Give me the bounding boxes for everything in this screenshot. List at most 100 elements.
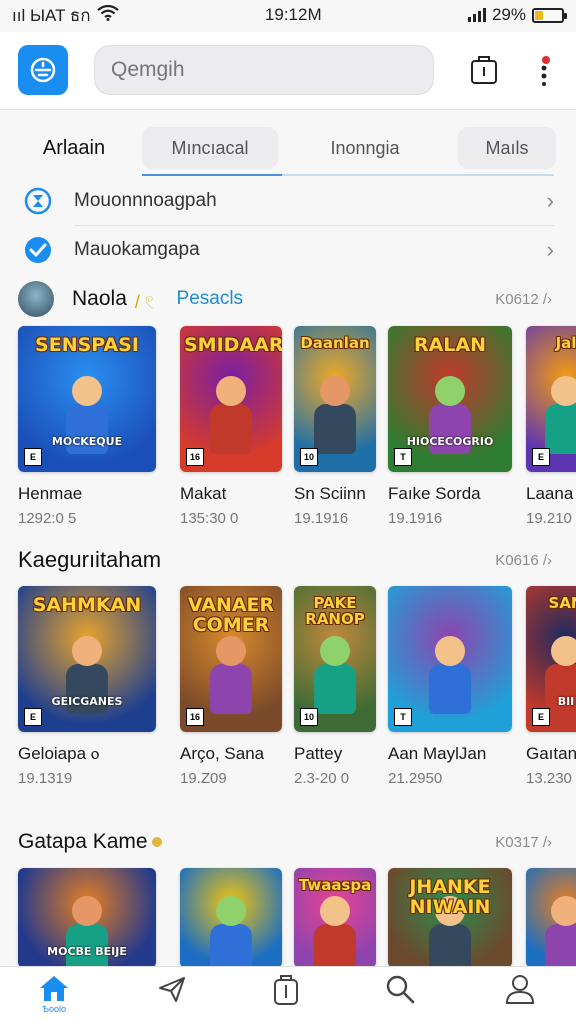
game-meta: 19.210 xyxy=(526,510,572,527)
game-title[interactable]: Pattey xyxy=(294,744,376,764)
game-meta: 19.1916 xyxy=(294,510,349,527)
game-card[interactable]: SENSPASI MOCKEQUE E Henmae 1292:0 5 xyxy=(18,326,156,527)
age-rating-icon: E xyxy=(532,708,550,726)
section-count[interactable]: K0317 /› xyxy=(495,834,552,851)
nav-send[interactable] xyxy=(142,973,202,1021)
game-meta: 19.Z09 xyxy=(180,770,227,787)
character-illustration xyxy=(308,376,362,458)
section-tag: / 𓏲 xyxy=(134,292,155,312)
character-illustration xyxy=(204,376,258,458)
library-icon xyxy=(274,975,298,1005)
nav-library[interactable] xyxy=(256,973,316,1021)
cover-subtitle: MOCBE BEIJE xyxy=(47,945,127,958)
character-illustration xyxy=(204,636,258,718)
tab-3[interactable]: Maıls xyxy=(458,127,556,169)
list-item-1[interactable]: Mauokamgapa › xyxy=(0,226,576,274)
cover-subtitle: HIOCECOGRIO xyxy=(406,435,494,448)
game-title[interactable]: Laana xyxy=(526,484,576,504)
game-cover-art[interactable]: SAHMKAN GEICGANES E xyxy=(18,586,156,732)
game-title[interactable]: Geloiapa ⲟ xyxy=(18,744,156,764)
game-card[interactable]: MOCBE BEIJE xyxy=(18,868,156,968)
game-title[interactable]: Gaıtan xyxy=(526,744,576,764)
game-card[interactable]: VANAER COMER 16 Arço, Sana 19.Z09 xyxy=(180,586,282,787)
game-card[interactable]: Daanlan 10 Sn Sciinn 19.1916 xyxy=(294,326,376,527)
game-cover-art[interactable]: PAKE RANOP 10 xyxy=(294,586,376,732)
game-card[interactable]: PAKE RANOP 10 Pattey 2.3-20 0 xyxy=(294,586,376,787)
nav-home-label: Ѣoolo xyxy=(41,1004,67,1014)
notification-button[interactable] xyxy=(526,52,562,88)
tab-1[interactable]: Mıncıacal xyxy=(142,127,278,169)
nav-home[interactable]: Ѣoolo xyxy=(24,973,84,1021)
game-cover-art[interactable]: SENSPASI MOCKEQUE E xyxy=(18,326,156,472)
battery-level xyxy=(535,10,543,20)
section-count[interactable]: K0612 /› xyxy=(495,291,552,308)
game-card[interactable]: T Aan MaylJan 21.2950 xyxy=(388,586,512,787)
game-meta: 21.2950 xyxy=(388,770,443,787)
game-cover-art[interactable] xyxy=(180,868,282,968)
game-title[interactable]: Arço, Sana xyxy=(180,744,282,764)
cover-title: RALAN xyxy=(413,334,487,356)
game-title[interactable]: Makat xyxy=(180,484,282,504)
cover-title: SENSPASI xyxy=(35,334,139,356)
game-cover-art[interactable]: Twaaspa xyxy=(294,868,376,968)
wifi-icon xyxy=(96,4,119,26)
library-button[interactable] xyxy=(466,52,502,88)
search-input[interactable] xyxy=(94,45,434,95)
section-link[interactable]: Pesacls xyxy=(177,288,244,310)
game-card[interactable] xyxy=(180,868,282,968)
app-logo[interactable] xyxy=(18,45,68,95)
game-cover-art[interactable]: VANAER COMER 16 xyxy=(180,586,282,732)
cover-title: SAN xyxy=(548,594,576,612)
game-cover-art[interactable]: MOCBE BEIJE xyxy=(18,868,156,968)
character-illustration xyxy=(423,636,477,718)
cover-title: SAHMKAN xyxy=(32,594,142,616)
section-count[interactable]: K0616 /› xyxy=(495,552,552,569)
list-item-0[interactable]: Mouonnnoagpah › xyxy=(0,177,576,225)
game-row-2: MOCBE BEIJE Twaaspa JHANKE NIWAIN xyxy=(0,868,576,968)
game-title[interactable]: Aan MaylJan xyxy=(388,744,512,764)
dot-icon xyxy=(151,837,162,847)
chevron-right-icon: › xyxy=(546,237,554,262)
list-item-label: Mouonnnoagpah xyxy=(74,190,217,211)
avatar[interactable] xyxy=(18,281,54,317)
game-meta: 2.3-20 0 xyxy=(294,770,350,787)
top-header xyxy=(0,32,576,110)
game-title[interactable]: Sn Sciinn xyxy=(294,484,376,504)
nav-search[interactable] xyxy=(370,973,430,1021)
game-card[interactable]: SAHMKAN GEICGANES E Geloiapa ⲟ 19.1319 xyxy=(18,586,156,787)
battery-percent: 29% xyxy=(491,5,526,24)
game-cover-art[interactable]: Jal E xyxy=(526,326,576,472)
game-cover-art[interactable]: Daanlan 10 xyxy=(294,326,376,472)
game-row-0: SENSPASI MOCKEQUE E Henmae 1292:0 5 SMIDAAR 16… xyxy=(0,326,576,536)
character-illustration xyxy=(539,896,576,968)
game-cover-art[interactable]: T xyxy=(388,586,512,732)
tab-2[interactable]: Inonngia xyxy=(294,127,436,169)
cover-title: JHANKE NIWAIN xyxy=(409,876,491,918)
game-cover-art[interactable]: SAN BII E xyxy=(526,586,576,732)
game-title[interactable]: Faıke Sorda xyxy=(388,484,512,504)
game-card[interactable]: SAN BII E Gaıtan 13.230 xyxy=(526,586,576,787)
nav-profile[interactable] xyxy=(490,973,550,1021)
game-card[interactable]: RALAN HIOCECOGRIO T Faıke Sorda 19.1916 xyxy=(388,326,512,527)
hourglass-icon xyxy=(22,185,54,217)
game-cover-art[interactable]: RALAN HIOCECOGRIO T xyxy=(388,326,512,472)
game-card[interactable]: JHANKE NIWAIN xyxy=(388,868,512,968)
character-illustration xyxy=(308,896,362,968)
tab-0[interactable]: Arlaain xyxy=(22,127,126,169)
game-card[interactable]: Jal E Laana 19.210 xyxy=(526,326,576,527)
game-cover-art[interactable] xyxy=(526,868,576,968)
game-card[interactable]: SMIDAAR 16 Makat 135:30 0 xyxy=(180,326,282,527)
game-meta: 1292:0 5 xyxy=(18,510,77,527)
game-row-1: SAHMKAN GEICGANES E Geloiapa ⲟ 19.1319 VANAER… xyxy=(0,586,576,796)
game-title[interactable]: Henmae xyxy=(18,484,156,504)
game-meta: 19.1319 xyxy=(18,770,73,787)
section-header-0: Naola / 𓏲 Pesacls K0612 /› xyxy=(18,281,558,317)
cover-title: SMIDAAR xyxy=(184,334,282,356)
game-card[interactable]: Twaaspa xyxy=(294,868,376,968)
cover-title: PAKE RANOP xyxy=(305,594,365,628)
game-card[interactable] xyxy=(526,868,576,968)
game-cover-art[interactable]: SMIDAAR 16 xyxy=(180,326,282,472)
clock: 19:12M xyxy=(264,5,322,24)
game-cover-art[interactable]: JHANKE NIWAIN xyxy=(388,868,512,968)
cover-subtitle: MOCKEQUE xyxy=(51,435,123,448)
